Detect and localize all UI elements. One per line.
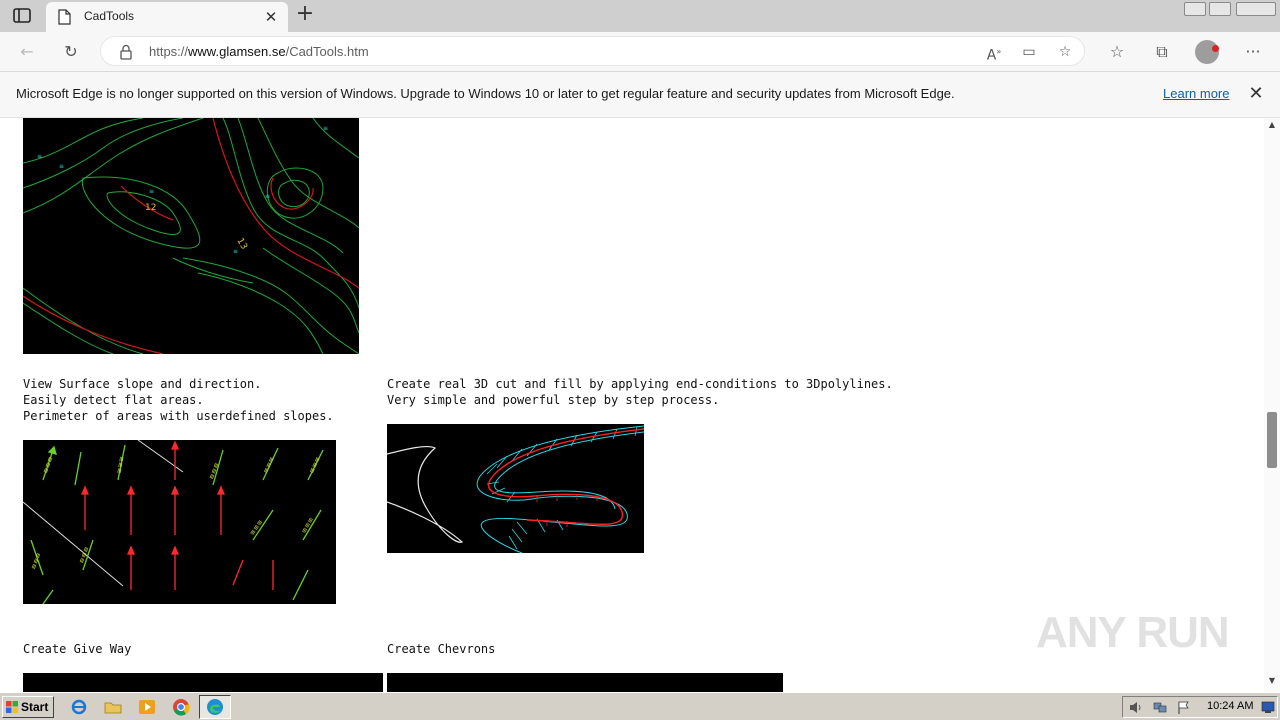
url-path: /CadTools.htm [285, 44, 369, 59]
svg-text:≡≡≡: ≡≡≡ [262, 455, 277, 474]
edge-icon [207, 699, 223, 715]
give-way-heading: Create Give Way [23, 642, 132, 656]
url-text[interactable]: https://www.glamsen.se/CadTools.htm [149, 44, 369, 59]
avatar[interactable] [1195, 40, 1219, 64]
svg-text:≡≡≡: ≡≡≡ [300, 516, 316, 535]
svg-text:≡: ≡ [233, 248, 238, 255]
media-icon[interactable] [138, 698, 156, 716]
svg-text:≡: ≡ [265, 193, 270, 200]
plus-icon[interactable]: + [294, 3, 316, 26]
flag-icon[interactable] [1177, 701, 1191, 714]
back-arrow-icon[interactable]: ← [14, 40, 40, 64]
lock-icon[interactable] [119, 44, 133, 60]
edge-taskbar-button[interactable] [199, 695, 231, 719]
immersive-reader-icon[interactable]: ▭ [1019, 43, 1039, 61]
clock[interactable]: 10:24 AM [1207, 700, 1253, 712]
url-host: www.glamsen.se [188, 44, 286, 59]
vertical-scrollbar[interactable]: ▲ ▼ [1264, 118, 1280, 692]
monitor-icon[interactable] [1261, 701, 1275, 714]
address-toolbar: ← ↻ https://www.glamsen.se/CadTools.htm … [0, 32, 1280, 72]
add-favorite-icon[interactable]: ☆ [1055, 43, 1075, 61]
slope-arrows-image: ≡≡≡ ≡≡≡ ≡≡≡ ≡≡≡ ≡≡≡ ≡≡≡ ≡≡≡ ≡≡≡ ≡≡≡ [23, 440, 336, 604]
svg-text:≡≡≡: ≡≡≡ [308, 455, 323, 474]
unsupported-os-infobar: Microsoft Edge is no longer supported on… [0, 72, 1280, 118]
scrollbar-thumb[interactable] [1267, 412, 1277, 468]
collections-icon[interactable]: ⧉ [1149, 40, 1175, 64]
browser-tab[interactable]: CadTools ✕ [46, 2, 288, 32]
svg-text:≡≡≡: ≡≡≡ [77, 545, 91, 564]
windows-logo-icon [6, 701, 18, 713]
page-icon [58, 9, 71, 25]
scroll-down-arrow-icon[interactable]: ▼ [1264, 676, 1280, 688]
tab-title: CadTools [84, 9, 135, 23]
title-bar: CadTools ✕ + [0, 0, 1280, 32]
tab-actions-icon[interactable] [12, 7, 34, 25]
url-scheme: https:// [149, 44, 189, 59]
cut-fill-image [387, 424, 644, 553]
start-label: Start [21, 700, 49, 714]
svg-text:≡: ≡ [323, 125, 328, 132]
cutfill-description: Create real 3D cut and fill by applying … [387, 377, 893, 407]
anyrun-watermark: ANY RUN [1036, 608, 1230, 657]
svg-text:≡: ≡ [37, 153, 42, 160]
network-icon[interactable] [1153, 701, 1167, 714]
svg-text:≡≡≡: ≡≡≡ [207, 461, 221, 480]
svg-text:≡≡≡: ≡≡≡ [115, 455, 126, 474]
taskbar: Start 10:24 AM [0, 692, 1280, 720]
start-button[interactable]: Start [2, 696, 54, 718]
read-aloud-icon[interactable]: A» [984, 43, 1004, 64]
contour-map-image: 12 13 ≡ ≡ ≡ ≡ ≡ ≡ [23, 118, 359, 354]
volume-icon[interactable] [1129, 701, 1143, 714]
restore-button[interactable] [1209, 2, 1231, 16]
scroll-up-arrow-icon[interactable]: ▲ [1264, 120, 1280, 132]
minimize-button[interactable] [1184, 2, 1206, 16]
folder-icon[interactable] [104, 698, 122, 716]
refresh-icon[interactable]: ↻ [58, 40, 84, 64]
svg-text:≡≡≡: ≡≡≡ [248, 518, 265, 537]
favorites-icon[interactable]: ☆ [1104, 40, 1130, 64]
svg-text:≡: ≡ [59, 163, 64, 170]
chevrons-image [387, 673, 783, 692]
chrome-icon[interactable] [172, 698, 190, 716]
chevrons-heading: Create Chevrons [387, 642, 496, 656]
infobar-message: Microsoft Edge is no longer supported on… [16, 86, 955, 101]
contour-label: 12 [145, 203, 156, 213]
more-icon[interactable]: ··· [1240, 40, 1266, 64]
window-close-button[interactable] [1236, 2, 1276, 16]
system-tray: 10:24 AM [1122, 696, 1278, 718]
svg-text:≡≡≡: ≡≡≡ [41, 455, 55, 474]
slope-description: View Surface slope and direction. Easily… [23, 377, 334, 423]
ie-icon[interactable] [70, 698, 88, 716]
give-way-image [23, 673, 383, 692]
page-content: 12 13 ≡ ≡ ≡ ≡ ≡ ≡ View Surface slope and dir… [0, 118, 1264, 692]
address-bar[interactable]: https://www.glamsen.se/CadTools.htm A» ▭… [100, 36, 1085, 66]
learn-more-link[interactable]: Learn more [1163, 86, 1229, 101]
close-icon[interactable]: ✕ [261, 7, 281, 27]
profile-status-dot [1212, 45, 1219, 52]
close-icon[interactable]: ✕ [1246, 84, 1266, 104]
svg-text:≡: ≡ [149, 188, 154, 195]
